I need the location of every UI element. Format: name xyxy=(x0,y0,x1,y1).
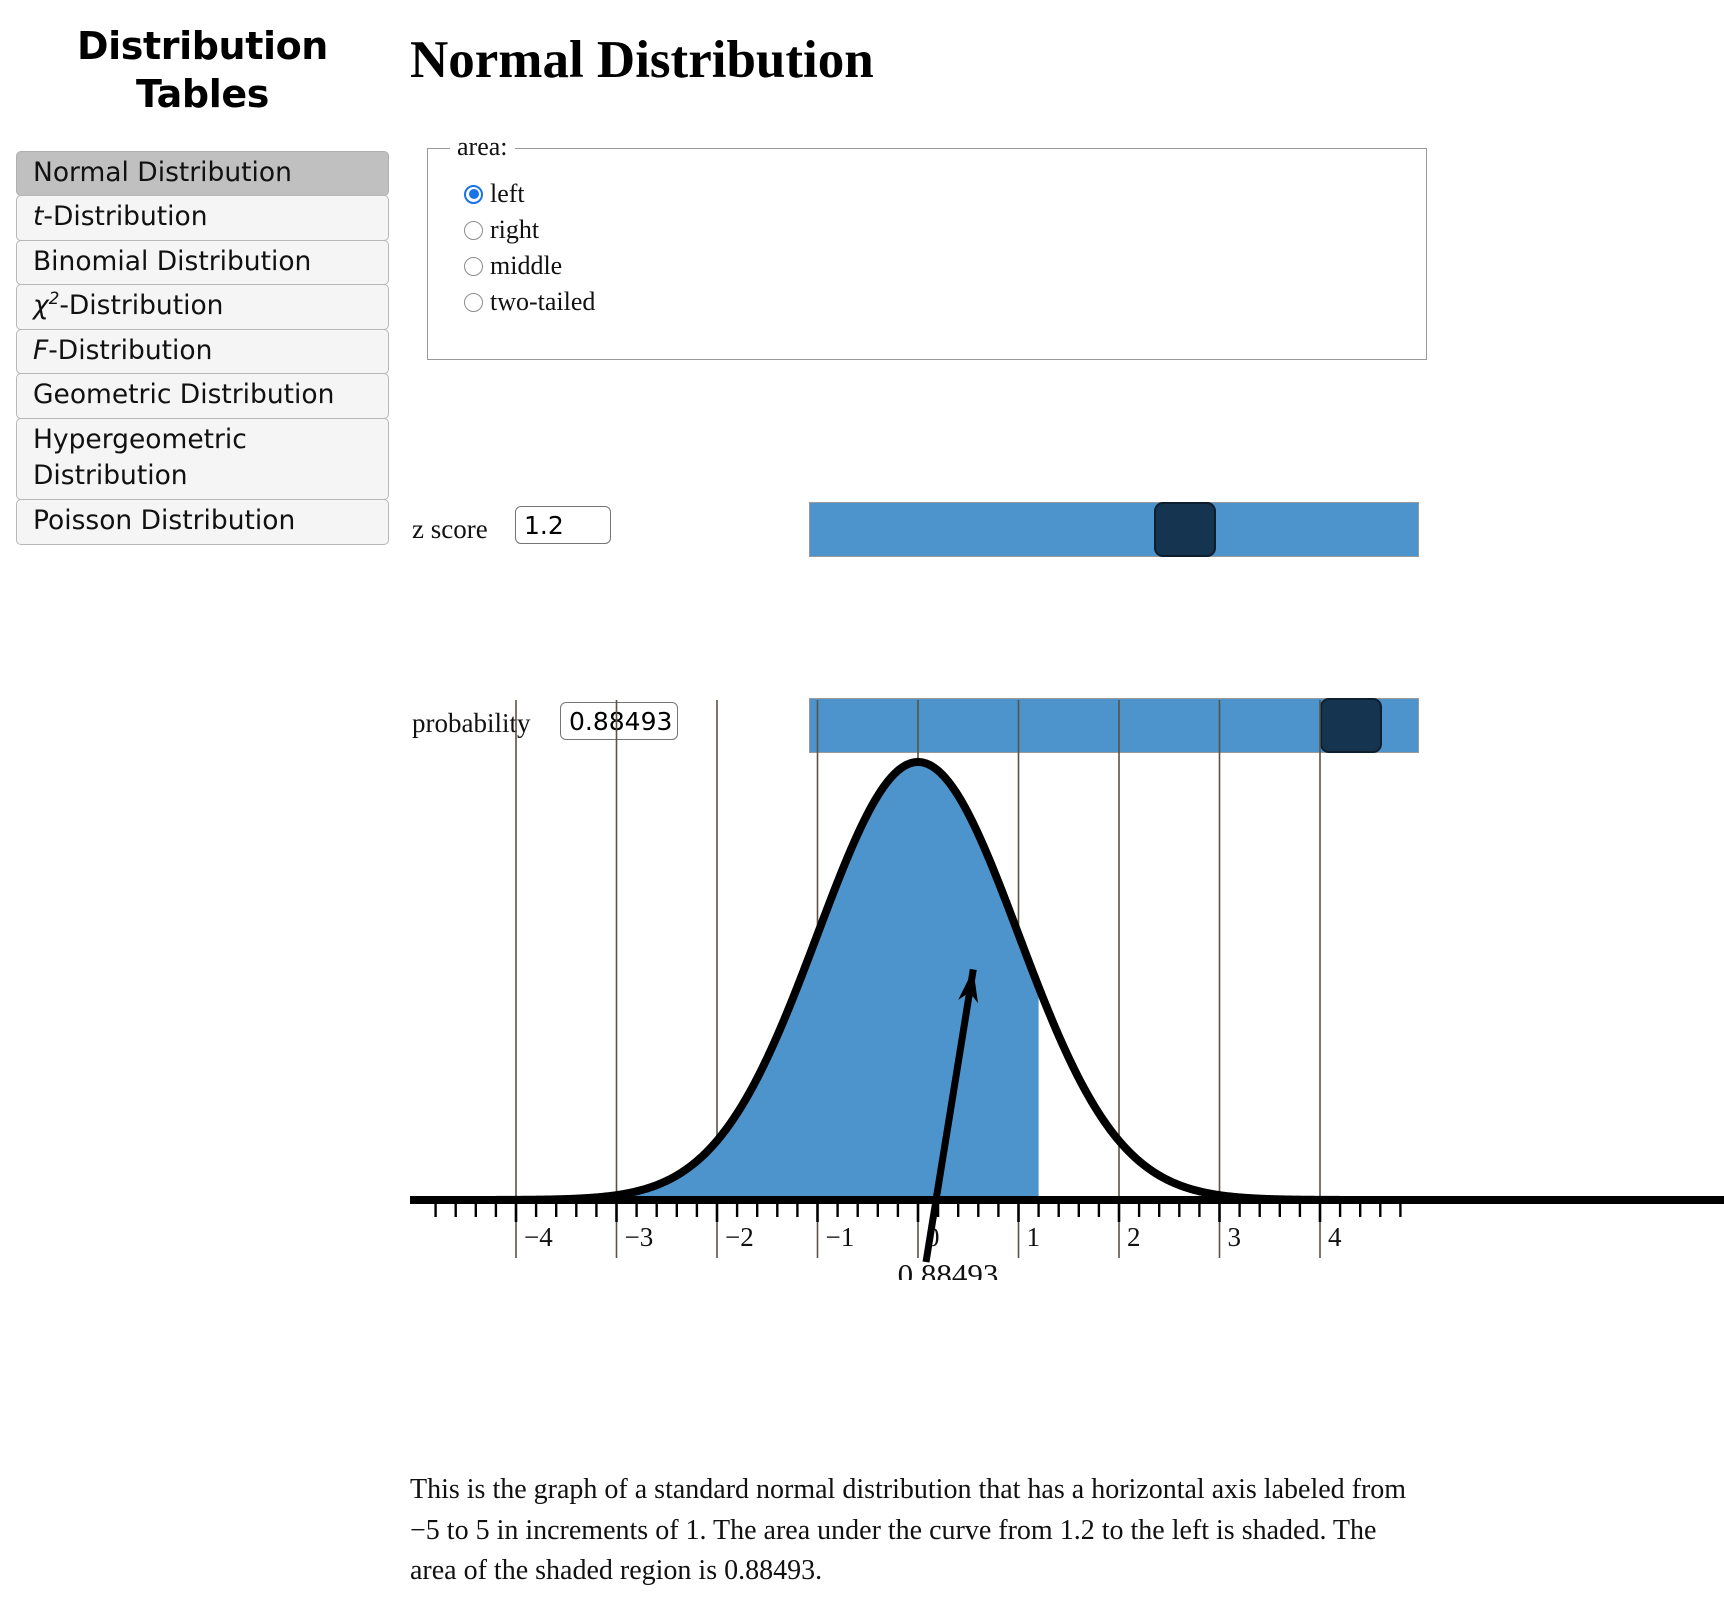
sidebar-item-label-suffix: -Distribution xyxy=(59,290,224,322)
radio-label-left: left xyxy=(490,179,525,208)
page-title: Normal Distribution xyxy=(410,31,874,89)
sidebar-item-label: t xyxy=(33,201,44,233)
sidebar-item-normal-distribution[interactable]: Normal Distribution xyxy=(16,150,389,197)
sidebar-item-label: χ2 xyxy=(33,289,60,322)
chart-tick-label: 1 xyxy=(1027,1222,1041,1252)
sidebar-item-label-suffix: -Distribution xyxy=(43,201,208,233)
sidebar-item-hypergeometric-distribution[interactable]: Hypergeometric Distribution xyxy=(16,417,389,500)
chart-tick-label: −1 xyxy=(826,1222,855,1252)
radio-button-icon[interactable] xyxy=(464,220,483,240)
radio-label-two-tailed: two-tailed xyxy=(490,287,596,316)
sidebar-item-binomial-distribution[interactable]: Binomial Distribution xyxy=(16,239,389,286)
chart-tick-label: −3 xyxy=(625,1222,654,1252)
area-fieldset-legend: area: xyxy=(450,132,515,163)
radio-button-icon[interactable] xyxy=(464,256,483,276)
area-radio-group: left right middle two-tailed xyxy=(428,149,1426,320)
chart-tick-label: 2 xyxy=(1127,1222,1141,1252)
sidebar-item-t-distribution[interactable]: t-Distribution xyxy=(16,195,389,241)
sidebar-title: Distribution Tables xyxy=(77,24,328,117)
radio-label-middle: middle xyxy=(490,251,563,280)
sidebar-item-label: Hypergeometric Distribution xyxy=(33,423,247,492)
radio-option-two-tailed[interactable]: two-tailed xyxy=(464,284,1426,320)
zscore-slider-track[interactable] xyxy=(809,502,1419,557)
sidebar-item-label: Normal Distribution xyxy=(33,156,292,188)
sidebar-item-label: Poisson Distribution xyxy=(33,505,296,536)
radio-option-middle[interactable]: middle xyxy=(464,248,1426,284)
chart-tick-label: 4 xyxy=(1328,1222,1342,1252)
sidebar-item-label: F xyxy=(33,334,49,366)
sidebar-item-label-suffix: -Distribution xyxy=(48,334,213,366)
sidebar: Distribution Tables Normal Distribution … xyxy=(0,0,405,545)
sidebar-item-poisson-distribution[interactable]: Poisson Distribution xyxy=(16,499,389,545)
zscore-label: z score xyxy=(412,514,488,544)
chart-annotation-label: 0.88493 xyxy=(898,1257,999,1280)
sidebar-item-f-distribution[interactable]: F-Distribution xyxy=(16,328,389,375)
area-fieldset: area: left right middle two-tailed xyxy=(427,132,1427,360)
normal-distribution-chart: −4−3−2−101234 0.88493 xyxy=(410,700,1724,1280)
chart-svg: −4−3−2−101234 0.88493 xyxy=(410,700,1724,1280)
chart-tick-label: −2 xyxy=(725,1222,754,1252)
radio-button-icon[interactable] xyxy=(464,292,483,312)
sidebar-item-chi-squared-distribution[interactable]: χ2-Distribution xyxy=(16,284,389,330)
zscore-slider-handle[interactable] xyxy=(1154,502,1216,557)
chart-tick-label: 3 xyxy=(1228,1222,1242,1252)
main-content: Normal Distribution area: left right mid… xyxy=(405,0,1724,1586)
sidebar-item-label: Geometric Distribution xyxy=(33,379,335,411)
radio-label-right: right xyxy=(490,215,540,244)
radio-option-right[interactable]: right xyxy=(464,212,1426,248)
sidebar-item-label: Binomial Distribution xyxy=(33,245,312,277)
zscore-input[interactable] xyxy=(515,506,611,544)
chart-description: This is the graph of a standard normal d… xyxy=(410,1474,1407,1587)
chart-tick-label: −4 xyxy=(524,1222,553,1252)
sidebar-nav-list: Normal Distribution t-Distribution Binom… xyxy=(0,150,405,545)
radio-option-left[interactable]: left xyxy=(464,176,1426,212)
sidebar-item-geometric-distribution[interactable]: Geometric Distribution xyxy=(16,373,389,419)
radio-button-icon[interactable] xyxy=(464,184,483,204)
